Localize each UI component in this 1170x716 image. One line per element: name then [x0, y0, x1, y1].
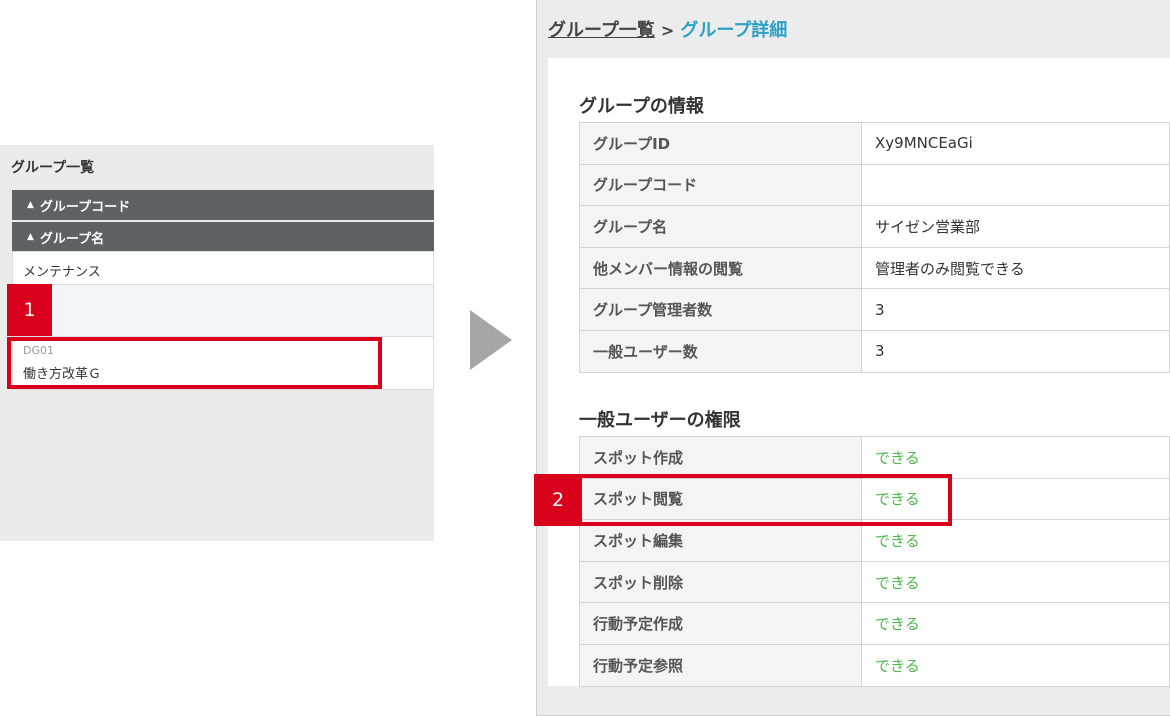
list-item[interactable]: メンテナンス	[12, 251, 434, 285]
step-badge: 1	[7, 284, 52, 336]
row-label: 他メンバー情報の閲覧	[579, 246, 862, 290]
row-value: できる	[861, 560, 1170, 604]
table-row: 一般ユーザー数 3	[579, 329, 1170, 373]
breadcrumb-link-group-list[interactable]: グループ一覧	[548, 20, 655, 41]
table-row: 他メンバー情報の閲覧 管理者のみ閲覧できる	[579, 246, 1170, 290]
highlight-box	[578, 474, 952, 526]
sort-header-label: グループ名	[39, 231, 105, 247]
sort-both-icon: ▲︎	[27, 200, 34, 210]
breadcrumb-separator: >	[660, 21, 675, 40]
row-label: グループコード	[579, 163, 862, 207]
highlight-box	[7, 337, 382, 389]
next-arrow-icon	[470, 310, 512, 370]
section-title-group-info: グループの情報	[579, 96, 704, 117]
sort-header-label: グループコード	[39, 199, 131, 215]
group-list-title: グループ一覧	[11, 160, 95, 176]
row-value: できる	[861, 643, 1170, 687]
table-row: グループ名 サイゼン営業部	[579, 205, 1170, 248]
sort-asc-icon: ▲	[27, 232, 34, 242]
list-item-empty	[12, 284, 434, 337]
table-row: グループ管理者数 3	[579, 288, 1170, 331]
breadcrumb: グループ一覧 > グループ詳細	[548, 16, 787, 42]
row-value: Xy9MNCEaGi	[861, 122, 1170, 165]
row-label: スポット削除	[579, 560, 862, 604]
row-label: 行動予定作成	[579, 602, 862, 645]
row-value	[861, 163, 1170, 207]
sort-header-group-code[interactable]: ▲︎ グループコード	[12, 190, 434, 220]
group-info-table: グループID Xy9MNCEaGi グループコード グループ名 サイゼン営業部 他メ…	[579, 122, 1170, 373]
table-row: グループコード	[579, 163, 1170, 207]
table-row: スポット作成 できる	[579, 436, 1170, 479]
row-label: グループ管理者数	[579, 288, 862, 331]
table-row: スポット削除 できる	[579, 560, 1170, 604]
table-row: 行動予定参照 できる	[579, 643, 1170, 687]
breadcrumb-current: グループ詳細	[680, 20, 788, 41]
row-value: 管理者のみ閲覧できる	[861, 246, 1170, 290]
table-row: 行動予定作成 できる	[579, 602, 1170, 645]
row-label: グループ名	[579, 205, 862, 248]
row-label: スポット作成	[579, 436, 862, 479]
table-row: グループID Xy9MNCEaGi	[579, 122, 1170, 165]
row-label: 一般ユーザー数	[579, 329, 862, 373]
sort-header-group-name[interactable]: ▲ グループ名	[12, 222, 434, 252]
row-label: 行動予定参照	[579, 643, 862, 687]
row-value: できる	[861, 602, 1170, 645]
row-label: グループID	[579, 122, 862, 165]
row-value: できる	[861, 436, 1170, 479]
step-badge: 2	[534, 474, 582, 526]
row-value: 3	[861, 329, 1170, 373]
row-value: サイゼン営業部	[861, 205, 1170, 248]
row-value: 3	[861, 288, 1170, 331]
group-name: メンテナンス	[23, 265, 101, 280]
section-title-permissions: 一般ユーザーの権限	[579, 410, 741, 431]
